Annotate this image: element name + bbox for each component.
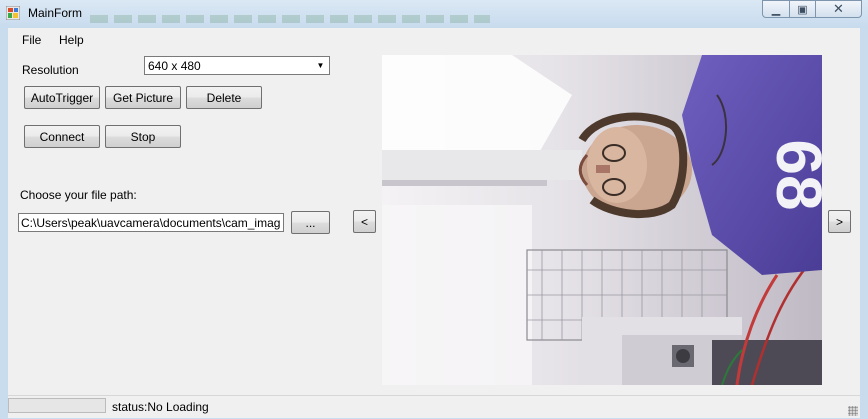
menu-help[interactable]: Help [59, 33, 84, 47]
main-window: MainForm ▁ ▣ ✕ File Help Resolution 640 … [0, 0, 868, 419]
close-button[interactable]: ✕ [815, 0, 862, 18]
connect-button[interactable]: Connect [24, 125, 100, 148]
resize-grip-icon[interactable] [848, 406, 858, 416]
autotrigger-button[interactable]: AutoTrigger [24, 86, 100, 109]
title-bar[interactable]: MainForm ▁ ▣ ✕ [0, 0, 868, 28]
next-image-button[interactable]: > [828, 210, 851, 233]
resolution-label: Resolution [22, 63, 79, 77]
camera-preview: 68 [382, 55, 822, 385]
resolution-select[interactable]: 640 x 480 ▼ [144, 56, 330, 75]
resolution-value: 640 x 480 [148, 59, 201, 73]
minimize-button[interactable]: ▁ [762, 0, 790, 18]
menu-file[interactable]: File [22, 33, 41, 47]
maximize-icon: ▣ [797, 3, 808, 16]
get-picture-button[interactable]: Get Picture [105, 86, 181, 109]
filepath-input[interactable] [18, 213, 284, 232]
minimize-icon: ▁ [771, 3, 781, 16]
status-bar: status:No Loading [8, 395, 860, 418]
camera-frame-image: 68 [382, 55, 822, 385]
window-title: MainForm [28, 6, 83, 20]
maximize-button[interactable]: ▣ [789, 0, 816, 18]
browse-button[interactable]: ... [291, 211, 330, 234]
filepath-label: Choose your file path: [20, 188, 137, 202]
menu-bar: File Help [8, 28, 860, 50]
status-text: status:No Loading [112, 400, 209, 414]
shirt-number: 68 [763, 139, 822, 210]
close-icon: ✕ [833, 1, 844, 16]
loading-progress-bar [8, 398, 106, 413]
app-icon [6, 6, 20, 20]
title-bar-background-text [90, 15, 490, 23]
prev-image-button[interactable]: < [353, 210, 376, 233]
stop-button[interactable]: Stop [105, 125, 181, 148]
chevron-down-icon[interactable]: ▼ [313, 58, 328, 73]
delete-button[interactable]: Delete [186, 86, 262, 109]
